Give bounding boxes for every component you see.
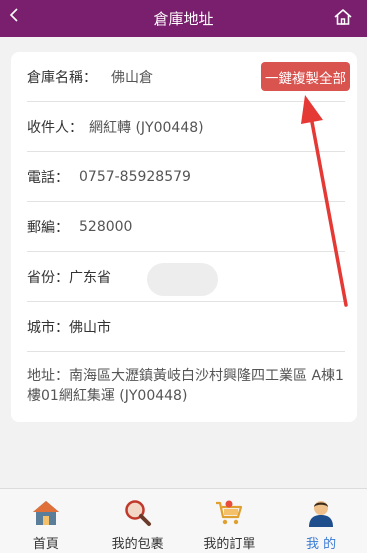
address-row: 地址：南海區大瀝鎮黃岐白沙村興隆四工業區 A棟1樓01網紅集運 (JY00448…	[27, 366, 347, 406]
tab-label: 我的包裹	[111, 537, 164, 552]
province-row: 省份： 广东省	[27, 252, 345, 302]
province-value: 广东省	[69, 269, 111, 286]
copy-all-button[interactable]: 一鍵複製全部	[261, 62, 350, 91]
tab-my-parcels[interactable]: 我的包裹	[92, 489, 184, 553]
cart-icon	[216, 500, 243, 525]
address-label: 地址：	[27, 368, 69, 384]
magnifier-icon	[124, 500, 151, 526]
home-icon[interactable]	[333, 7, 353, 27]
postcode-value: 528000	[79, 218, 133, 235]
warehouse-name-label: 倉庫名稱：	[27, 69, 97, 86]
tab-label: 我 的	[306, 537, 337, 552]
city-row: 城市： 佛山市	[27, 302, 345, 352]
phone-row: 電話： 0757-85928579	[27, 152, 345, 202]
house-icon	[32, 501, 59, 525]
province-label: 省份：	[27, 269, 69, 286]
page-title: 倉庫地址	[153, 10, 214, 28]
app-header: 倉庫地址	[0, 0, 367, 37]
city-value: 佛山市	[69, 319, 111, 336]
recipient-row: 收件人： 網紅轉 (JY00448)	[27, 102, 345, 152]
postcode-label: 郵編：	[27, 219, 69, 236]
warehouse-name-value: 佛山倉	[111, 69, 153, 86]
tab-my-orders[interactable]: 我的訂單	[184, 489, 276, 553]
postcode-row: 郵編： 528000	[27, 202, 345, 252]
city-label: 城市：	[27, 319, 69, 336]
address-value: 南海區大瀝鎮黃岐白沙村興隆四工業區 A棟1樓01網紅集運 (JY00448)	[27, 368, 344, 404]
tab-label: 首頁	[32, 537, 59, 552]
tab-label: 我的訂單	[203, 537, 256, 552]
phone-value: 0757-85928579	[79, 168, 191, 185]
phone-label: 電話：	[27, 169, 69, 186]
tab-me[interactable]: 我 的	[275, 489, 367, 553]
recipient-label: 收件人：	[27, 119, 83, 136]
chevron-left-icon[interactable]	[6, 4, 22, 26]
bottom-tab-bar: 首頁 我的包裹 我的訂單 我 的	[0, 488, 367, 553]
recipient-value: 網紅轉 (JY00448)	[89, 119, 204, 136]
user-icon	[309, 501, 334, 527]
tab-home[interactable]: 首頁	[0, 489, 92, 553]
